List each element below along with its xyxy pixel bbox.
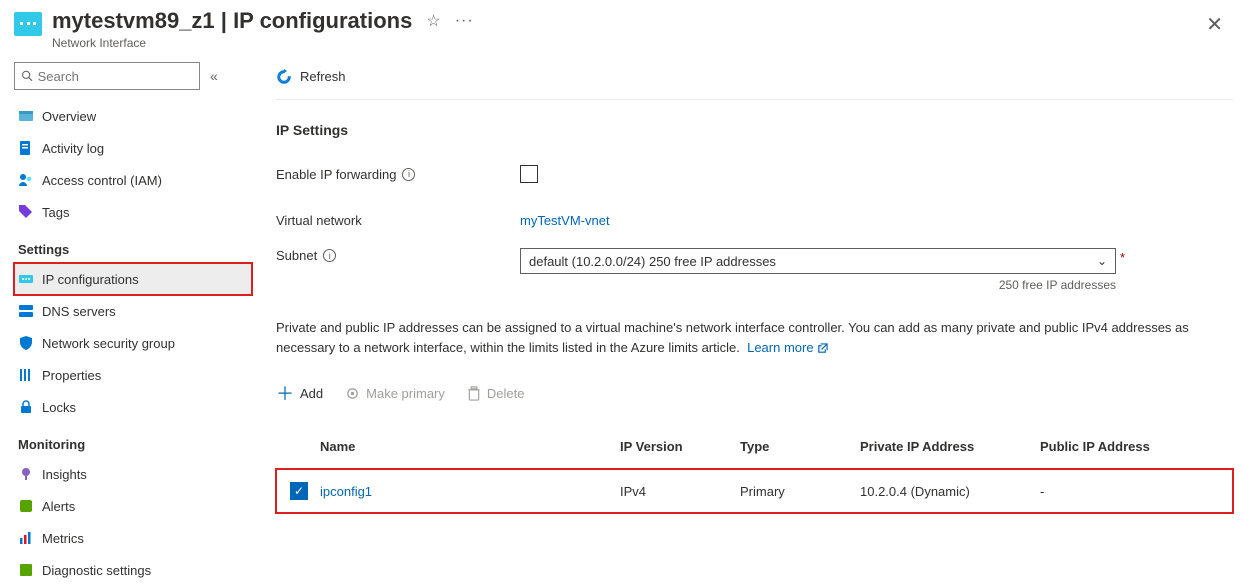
table-row[interactable]: ipconfig1 IPv4 Primary 10.2.0.4 (Dynamic… bbox=[276, 469, 1233, 513]
nav-label: IP configurations bbox=[42, 272, 139, 287]
sidebar-item-diagnostic-settings[interactable]: Diagnostic settings bbox=[14, 554, 252, 586]
resource-type-label: Network Interface bbox=[52, 36, 1200, 50]
col-name: Name bbox=[320, 439, 620, 454]
sidebar-item-dns-servers[interactable]: DNS servers bbox=[14, 295, 252, 327]
subnet-dropdown[interactable]: default (10.2.0.0/24) 250 free IP addres… bbox=[520, 248, 1116, 274]
table-header-row: Name IP Version Type Private IP Address … bbox=[276, 425, 1233, 469]
iam-icon bbox=[18, 172, 34, 188]
learn-more-link[interactable]: Learn more bbox=[747, 340, 828, 355]
more-actions-icon[interactable]: ··· bbox=[455, 12, 474, 30]
subnet-value: default (10.2.0.0/24) 250 free IP addres… bbox=[529, 254, 776, 269]
shield-icon bbox=[18, 335, 34, 351]
nic-resource-icon bbox=[14, 12, 42, 36]
insights-icon bbox=[18, 466, 34, 482]
make-primary-label: Make primary bbox=[366, 386, 445, 401]
add-label: Add bbox=[300, 386, 323, 401]
trash-icon bbox=[467, 386, 481, 401]
cell-ip-version: IPv4 bbox=[620, 484, 740, 499]
cell-public-ip: - bbox=[1040, 484, 1180, 499]
properties-icon bbox=[18, 367, 34, 383]
enable-ip-forwarding-label: Enable IP forwardingi bbox=[276, 167, 520, 182]
search-input[interactable] bbox=[38, 69, 193, 84]
col-ip-version: IP Version bbox=[620, 439, 740, 454]
sidebar-group-settings: Settings bbox=[14, 228, 252, 263]
sidebar-group-monitoring: Monitoring bbox=[14, 423, 252, 458]
col-public-ip: Public IP Address bbox=[1040, 439, 1180, 454]
refresh-label: Refresh bbox=[300, 69, 346, 84]
refresh-button[interactable]: Refresh bbox=[276, 69, 346, 85]
make-primary-button[interactable]: Make primary bbox=[345, 386, 445, 401]
refresh-icon bbox=[276, 69, 292, 85]
nav-label: Diagnostic settings bbox=[42, 563, 151, 578]
subnet-label: Subneti bbox=[276, 248, 520, 263]
external-link-icon bbox=[817, 343, 828, 354]
delete-button[interactable]: Delete bbox=[467, 386, 525, 401]
virtual-network-label: Virtual network bbox=[276, 213, 520, 228]
favorite-star-icon[interactable]: ☆ bbox=[426, 11, 440, 31]
nav-label: Access control (IAM) bbox=[42, 173, 162, 188]
sidebar-item-ip-configurations[interactable]: IP configurations bbox=[14, 263, 252, 295]
ip-config-table: Name IP Version Type Private IP Address … bbox=[276, 425, 1233, 513]
sidebar-item-tags[interactable]: Tags bbox=[14, 196, 252, 228]
nav-label: Overview bbox=[42, 109, 96, 124]
sidebar-item-activity-log[interactable]: Activity log bbox=[14, 132, 252, 164]
nav-label: Locks bbox=[42, 400, 76, 415]
nav-label: Metrics bbox=[42, 531, 84, 546]
delete-label: Delete bbox=[487, 386, 525, 401]
nav-label: Insights bbox=[42, 467, 87, 482]
sidebar-item-properties[interactable]: Properties bbox=[14, 359, 252, 391]
sidebar-item-alerts[interactable]: Alerts bbox=[14, 490, 252, 522]
info-icon[interactable]: i bbox=[402, 168, 415, 181]
add-button[interactable]: ＋ Add bbox=[276, 380, 323, 406]
ipconfig-name-link[interactable]: ipconfig1 bbox=[320, 484, 620, 499]
dns-icon bbox=[18, 303, 34, 319]
nav-label: Properties bbox=[42, 368, 101, 383]
search-icon bbox=[21, 69, 34, 83]
virtual-network-link[interactable]: myTestVM-vnet bbox=[520, 213, 610, 228]
collapse-sidebar-icon[interactable]: « bbox=[210, 68, 218, 84]
cell-private-ip: 10.2.0.4 (Dynamic) bbox=[860, 484, 1040, 499]
enable-ip-forwarding-checkbox[interactable] bbox=[520, 165, 538, 183]
sidebar-item-insights[interactable]: Insights bbox=[14, 458, 252, 490]
sidebar-item-overview[interactable]: Overview bbox=[14, 100, 252, 132]
sidebar-item-access-control[interactable]: Access control (IAM) bbox=[14, 164, 252, 196]
nav-label: Tags bbox=[42, 205, 69, 220]
info-icon[interactable]: i bbox=[323, 249, 336, 262]
blade-header: mytestvm89_z1 | IP configurations ☆ ··· … bbox=[0, 0, 1243, 54]
alerts-icon bbox=[18, 498, 34, 514]
sidebar-item-locks[interactable]: Locks bbox=[14, 391, 252, 423]
sidebar-item-metrics[interactable]: Metrics bbox=[14, 522, 252, 554]
subnet-hint: 250 free IP addresses bbox=[520, 278, 1116, 292]
col-type: Type bbox=[740, 439, 860, 454]
sidebar-item-nsg[interactable]: Network security group bbox=[14, 327, 252, 359]
tags-icon bbox=[18, 204, 34, 220]
gear-icon bbox=[345, 386, 360, 401]
page-title: mytestvm89_z1 | IP configurations bbox=[52, 8, 412, 34]
lock-icon bbox=[18, 399, 34, 415]
section-title-ip-settings: IP Settings bbox=[276, 122, 1233, 138]
metrics-icon bbox=[18, 530, 34, 546]
overview-icon bbox=[18, 108, 34, 124]
cell-type: Primary bbox=[740, 484, 860, 499]
chevron-down-icon: ⌄ bbox=[1097, 254, 1107, 268]
col-private-ip: Private IP Address bbox=[860, 439, 1040, 454]
description-text: Private and public IP addresses can be a… bbox=[276, 318, 1233, 357]
sidebar-search[interactable] bbox=[14, 62, 200, 90]
sidebar: « Overview Activity log Access control (… bbox=[0, 54, 252, 586]
row-checkbox[interactable] bbox=[290, 482, 308, 500]
required-indicator: * bbox=[1120, 250, 1125, 265]
close-button[interactable]: ✕ bbox=[1200, 8, 1229, 41]
diagnostic-icon bbox=[18, 562, 34, 578]
nav-label: Activity log bbox=[42, 141, 104, 156]
activity-log-icon bbox=[18, 140, 34, 156]
nav-label: Alerts bbox=[42, 499, 75, 514]
plus-icon: ＋ bbox=[276, 380, 294, 406]
nav-label: Network security group bbox=[42, 336, 175, 351]
nav-label: DNS servers bbox=[42, 304, 116, 319]
ip-config-icon bbox=[18, 271, 34, 287]
